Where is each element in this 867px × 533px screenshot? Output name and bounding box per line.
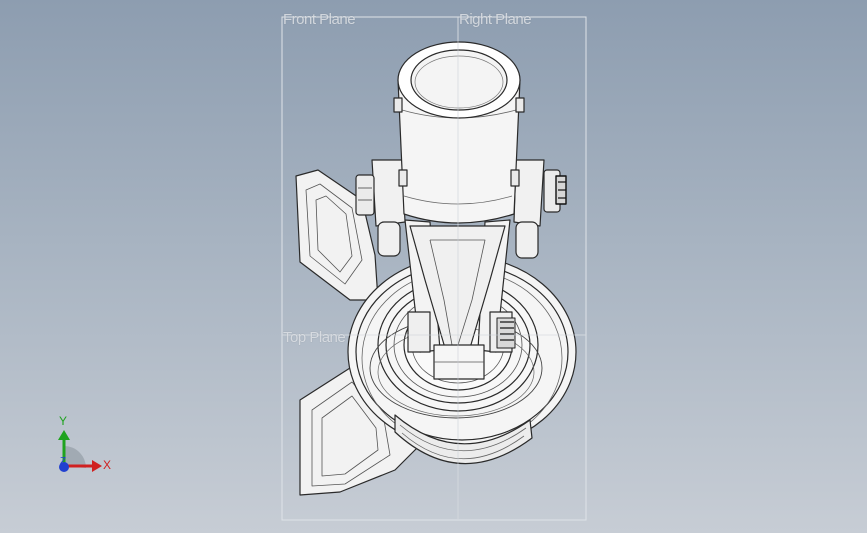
triad-y-label: Y — [59, 414, 68, 428]
caster-assembly[interactable] — [295, 41, 577, 496]
front-plane-label[interactable]: Front Plane — [283, 11, 356, 28]
cad-graphics-area[interactable]: Front Plane Right Plane Top Plane Y X Z — [0, 0, 867, 533]
left-lug[interactable] — [377, 221, 401, 257]
triad-z-label: Z — [60, 456, 67, 467]
left-nut[interactable] — [355, 174, 375, 216]
right-lug[interactable] — [515, 221, 539, 259]
right-plane-label[interactable]: Right Plane — [459, 11, 532, 28]
left-axle-clamp[interactable] — [407, 311, 431, 353]
model-view[interactable] — [0, 0, 867, 533]
top-plane-label[interactable]: Top Plane — [283, 329, 346, 346]
triad-x-label: X — [103, 458, 112, 472]
